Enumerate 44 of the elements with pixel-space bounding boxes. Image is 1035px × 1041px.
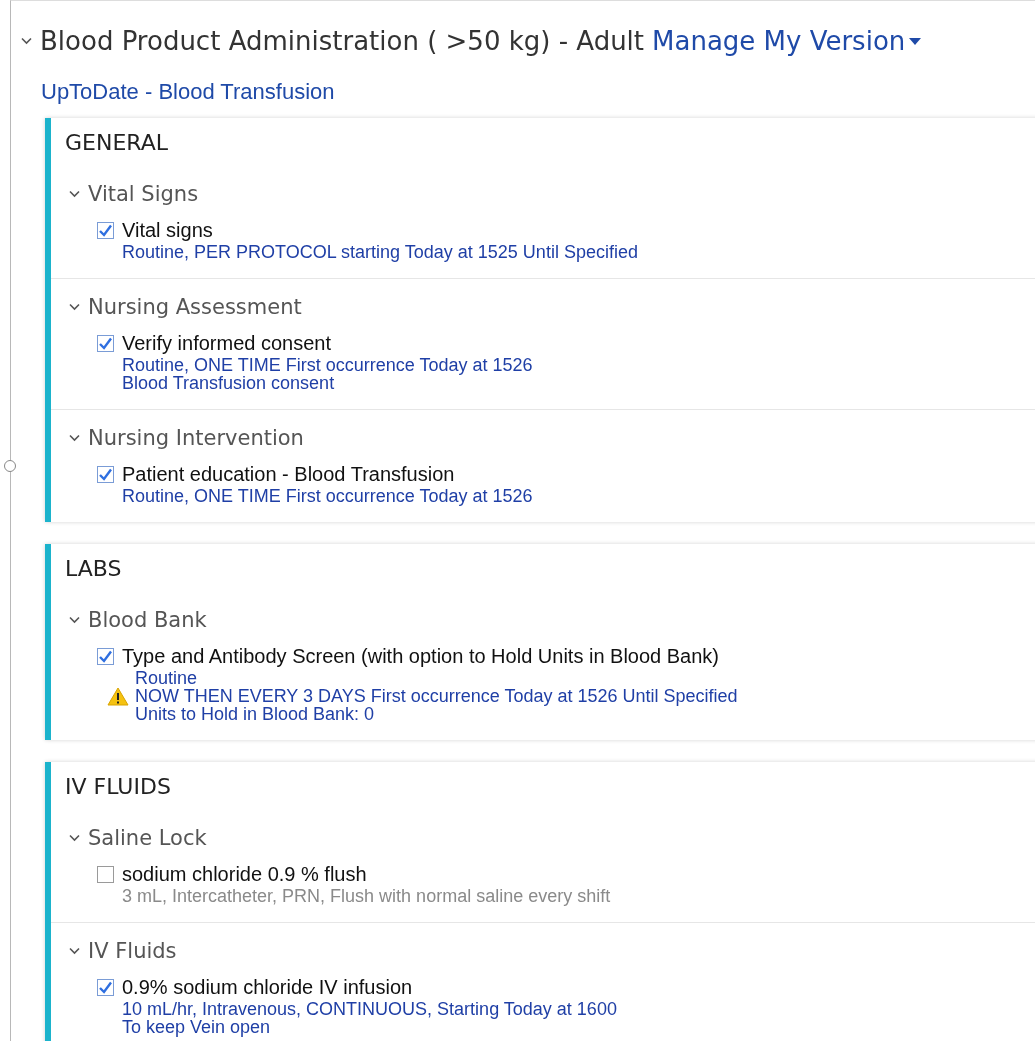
order-checkbox[interactable]	[97, 647, 114, 665]
pathway-title: Blood Product Administration ( >50 kg) - Adult	[40, 26, 645, 56]
order-name: Verify informed consent	[122, 331, 331, 355]
order-detail: 10 mL/hr, Intravenous, CONTINUOUS, Starting Today at 1600	[122, 1000, 617, 1018]
section-title: IV FLUIDS	[64, 773, 171, 801]
order-name: 0.9% sodium chloride IV infusion	[122, 975, 413, 999]
order-name: sodium chloride 0.9 % flush	[122, 862, 367, 886]
order-checkbox[interactable]	[97, 865, 114, 883]
chevron-down-icon[interactable]	[69, 190, 80, 198]
order-detail: Routine, ONE TIME First occurrence Today at 1526	[122, 487, 533, 505]
order-name: Patient education - Blood Transfusion	[122, 462, 455, 486]
order-detail: Routine	[135, 669, 198, 687]
chevron-down-icon[interactable]	[21, 37, 32, 45]
reference-link[interactable]: UpToDate - Blood Transfusion	[41, 79, 335, 105]
chevron-down-icon[interactable]	[69, 434, 80, 442]
chevron-down-icon[interactable]	[69, 303, 80, 311]
section-title: LABS	[64, 555, 122, 583]
warning-icon	[107, 686, 129, 706]
chevron-down-icon[interactable]	[69, 834, 80, 842]
order-checkbox[interactable]	[97, 334, 114, 352]
order-checkbox[interactable]	[97, 221, 114, 239]
group-title[interactable]: Nursing Intervention	[88, 426, 304, 450]
order-name: Vital signs	[122, 218, 213, 242]
chevron-down-icon[interactable]	[69, 616, 80, 624]
resize-handle[interactable]	[4, 460, 16, 472]
order-detail: To keep Vein open	[122, 1018, 271, 1036]
order-checkbox[interactable]	[97, 978, 114, 996]
group-title[interactable]: Vital Signs	[88, 182, 199, 206]
order-detail: Routine, ONE TIME First occurrence Today at 1526	[122, 356, 533, 374]
section-title: GENERAL	[64, 129, 168, 157]
caret-icon	[909, 37, 922, 45]
order-detail: NOW THEN EVERY 3 DAYS First occurrence Today at 1526 Until Specified	[135, 687, 738, 705]
chevron-down-icon[interactable]	[69, 947, 80, 955]
order-detail: Blood Transfusion consent	[122, 374, 335, 392]
group-title[interactable]: Saline Lock	[88, 826, 207, 850]
order-detail: Units to Hold in Blood Bank: 0	[135, 705, 375, 723]
order-detail: 3 mL, Intercatheter, PRN, Flush with normal saline every shift	[122, 887, 611, 905]
group-title[interactable]: Blood Bank	[88, 608, 207, 632]
order-checkbox[interactable]	[97, 465, 114, 483]
order-name: Type and Antibody Screen (with option to Hold Units in Blood Bank)	[122, 644, 719, 668]
group-title[interactable]: IV Fluids	[88, 939, 177, 963]
group-title[interactable]: Nursing Assessment	[88, 295, 302, 319]
manage-version-link[interactable]: Manage My Version	[652, 26, 922, 56]
order-detail: Routine, PER PROTOCOL starting Today at 1525 Until Specified	[122, 243, 638, 261]
